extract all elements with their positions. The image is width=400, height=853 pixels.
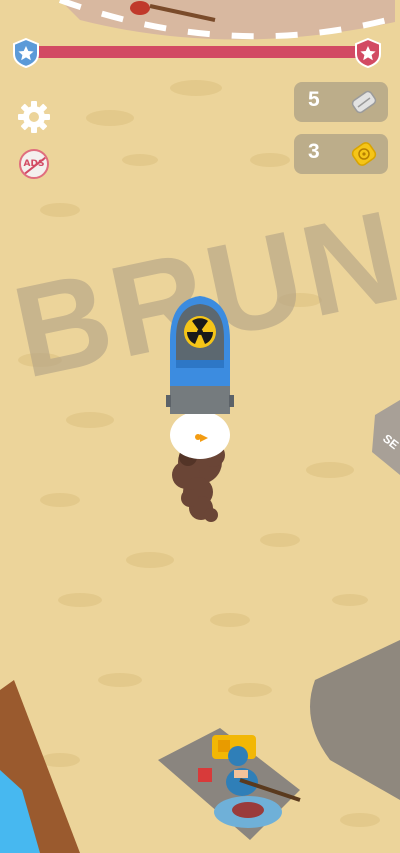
progress-fill <box>26 46 366 58</box>
nuclear-count: 3 <box>308 140 320 163</box>
settings-button[interactable] <box>16 99 52 135</box>
gear-icon <box>18 101 50 133</box>
chicken-rider <box>170 411 230 459</box>
game-scene: BRUN SE <box>0 0 400 853</box>
enemy-star-badge-icon <box>355 38 381 68</box>
player-star-badge-icon <box>13 38 39 68</box>
bullets-resource-counter: 5 <box>294 82 388 122</box>
bullets-count: 5 <box>308 88 320 111</box>
yellow-nuclear-canister-icon <box>351 142 377 166</box>
progress-track <box>26 46 366 58</box>
no-ads-icon: ADS <box>19 149 49 179</box>
remove-ads-button[interactable]: ADS <box>16 146 52 182</box>
health-progress-bar <box>12 38 382 68</box>
nuclear-rocket <box>166 296 234 414</box>
nuclear-resource-counter: 3 <box>294 134 388 174</box>
silver-bullets-icon <box>351 90 377 114</box>
